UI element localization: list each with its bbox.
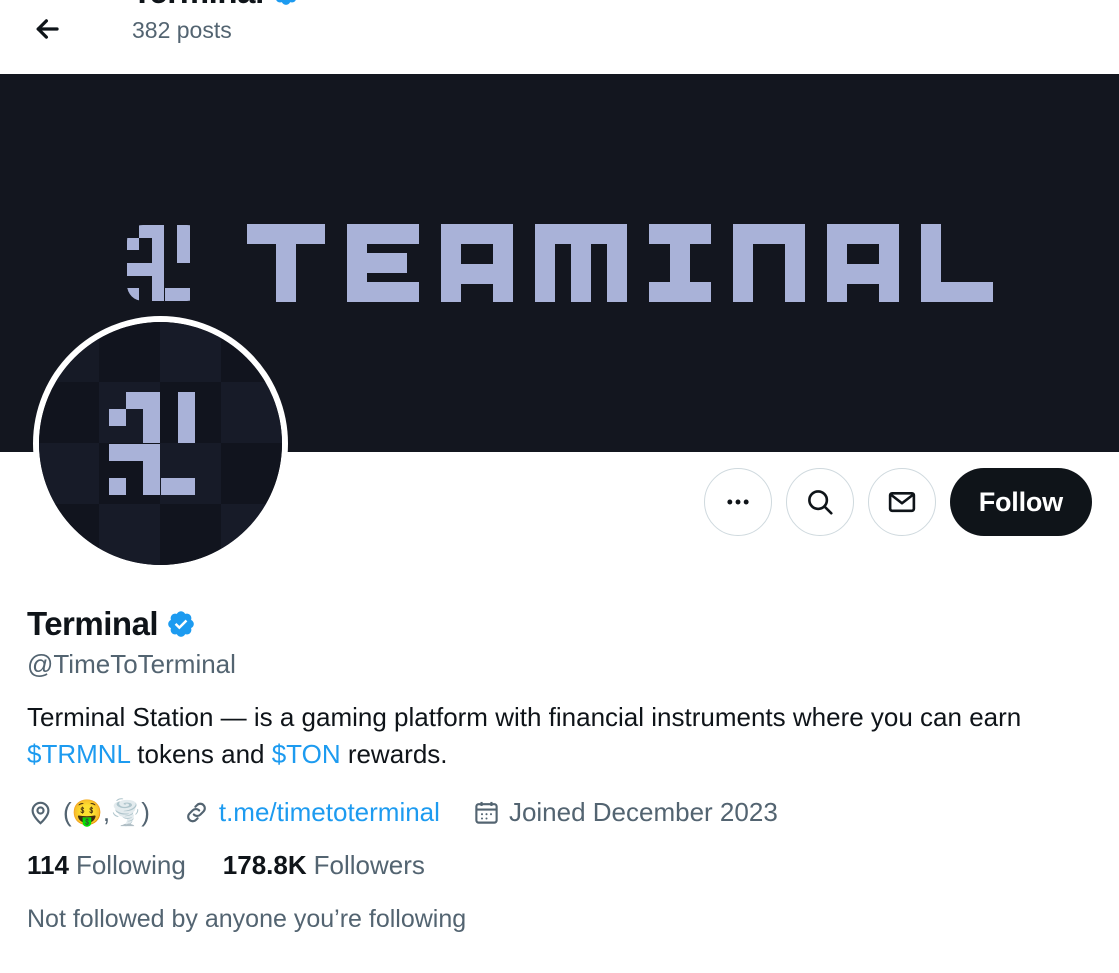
followed-by-note: Not followed by anyone you’re following: [27, 905, 467, 933]
page-title: Terminal: [132, 0, 304, 12]
back-button[interactable]: [27, 9, 67, 49]
profile-display-name: Terminal: [27, 604, 1092, 644]
bio-cashtag-ton[interactable]: $TON: [272, 739, 341, 769]
wordmark-letter-L: [920, 224, 993, 302]
profile-location: (🤑,🌪️): [27, 795, 150, 829]
location-paren-open: (: [63, 797, 72, 827]
profile-info: Terminal @TimeToTerminal Terminal Statio…: [27, 604, 1092, 935]
bio-text-3: rewards.: [340, 739, 448, 769]
location-comma: ,: [102, 797, 111, 827]
search-button[interactable]: [785, 468, 854, 536]
following-stat[interactable]: 114 Following: [27, 849, 186, 881]
bio-text-2: tokens and: [130, 739, 272, 769]
more-horizontal-icon: [724, 488, 752, 516]
website-link[interactable]: t.me/timetoterminal: [219, 795, 440, 829]
profile-handle: @TimeToTerminal: [27, 649, 236, 679]
verified-badge-icon: [271, 0, 304, 9]
location-text: (🤑,🌪️): [63, 795, 150, 829]
avatar[interactable]: [33, 316, 288, 571]
money-mouth-emoji: 🤑: [71, 799, 103, 827]
follow-button[interactable]: Follow: [949, 468, 1092, 536]
profile-page: Terminal 382 posts: [0, 0, 1119, 973]
wordmark-letter-R: [440, 224, 513, 302]
banner-logo-mark-icon: [126, 225, 203, 301]
message-button[interactable]: [867, 468, 936, 536]
more-options-button[interactable]: [703, 468, 772, 536]
posts-count: 382 posts: [132, 17, 232, 43]
profile-stats: 114 Following 178.8K Followers: [27, 849, 1092, 881]
location-pin-icon: [27, 799, 54, 826]
profile-actions: Follow: [703, 468, 1092, 536]
link-icon: [183, 799, 210, 826]
followers-count: 178.8K: [222, 850, 307, 880]
bio-text-1: Terminal Station — is a gaming platform …: [27, 702, 1022, 732]
followers-stat[interactable]: 178.8K Followers: [223, 849, 425, 881]
back-arrow-icon: [32, 14, 62, 44]
avatar-logo-glyph-icon: [108, 391, 213, 496]
page-title-text: Terminal: [132, 0, 264, 12]
bio-cashtag-trmnl[interactable]: $TRMNL: [27, 739, 130, 769]
wordmark-letter-N: [732, 224, 805, 302]
joined-date-text: Joined December 2023: [508, 797, 778, 827]
top-header-bar: Terminal 382 posts: [0, 0, 1119, 74]
profile-meta-row: (🤑,🌪️) t.me/timetoterminal Joined Decemb…: [27, 795, 1092, 829]
search-icon: [805, 487, 835, 517]
profile-joined-date: Joined December 2023: [473, 795, 778, 829]
banner-logo: [126, 224, 993, 302]
display-name-text: Terminal: [27, 605, 159, 642]
profile-bio: Terminal Station — is a gaming platform …: [27, 699, 1079, 773]
banner-wordmark: [246, 224, 993, 302]
tornado-emoji: 🌪️: [110, 799, 142, 827]
wordmark-letter-E: [346, 224, 419, 302]
avatar-image: [39, 322, 282, 565]
envelope-icon: [887, 487, 917, 517]
wordmark-letter-I: [648, 224, 711, 302]
calendar-icon: [473, 799, 500, 826]
wordmark-letter-M: [534, 224, 627, 302]
location-paren-close: ): [141, 797, 150, 827]
wordmark-letter-A: [826, 224, 899, 302]
header-text-block: Terminal 382 posts: [132, 0, 304, 44]
verified-badge-icon: [166, 608, 199, 641]
followers-label: Followers: [313, 850, 425, 880]
wordmark-letter-T: [246, 224, 325, 302]
following-count: 114: [27, 850, 69, 880]
following-label: Following: [75, 850, 186, 880]
profile-website[interactable]: t.me/timetoterminal: [183, 795, 440, 829]
